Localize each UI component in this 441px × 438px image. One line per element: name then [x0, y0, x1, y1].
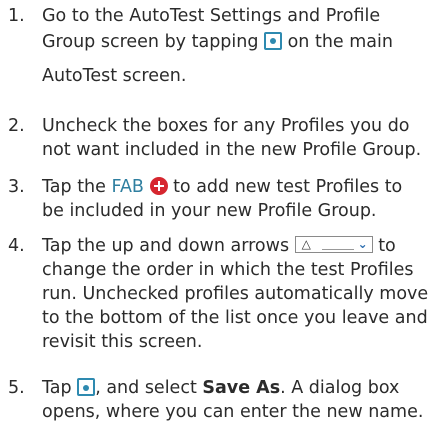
step-text: Tap , and select Save As. A dialog box o… — [42, 376, 439, 424]
step-line: AutoTest screen. — [42, 66, 187, 86]
step-line: be included in your new Profile Group. — [42, 201, 377, 221]
step-number: 3. — [8, 177, 25, 197]
instruction-list: 1. Go to the AutoTest Settings and Profi… — [0, 0, 441, 438]
step-line: Tap , and select Save As. A dialog box — [42, 376, 439, 400]
up-down-arrows-icon: △ ⌄ — [294, 236, 373, 253]
step-line: run. Unchecked profiles automatically mo… — [42, 284, 429, 304]
add-fab-icon — [149, 177, 168, 195]
fab-label: FAB — [111, 177, 144, 197]
step-line: Go to the AutoTest Settings and Profile — [42, 6, 381, 26]
step-number: 4. — [8, 236, 25, 256]
step-text: Uncheck the boxes for any Profiles you d… — [42, 114, 439, 162]
step-number: 2. — [8, 116, 25, 136]
step-line: Uncheck the boxes for any Profiles you d… — [42, 116, 410, 136]
profile-group-settings-icon — [264, 32, 283, 50]
save-as-label: Save As — [202, 378, 281, 398]
text-run: , and select — [95, 378, 203, 398]
step-line: Tap the FAB to add new test Profiles to — [42, 175, 439, 199]
step-text: Tap the FAB to add new test Profiles to … — [42, 175, 439, 223]
save-menu-icon — [77, 378, 96, 396]
step-line: opens, where you can enter the new name. — [42, 402, 424, 422]
step-text: Tap the up and down arrows △ ⌄ to change … — [42, 234, 439, 354]
step-line: Group screen by tapping on the main — [42, 30, 439, 54]
step-line: revisit this screen. — [42, 332, 203, 352]
text-run: Group screen by tapping — [42, 32, 265, 52]
step-line: Tap the up and down arrows △ ⌄ to — [42, 234, 439, 258]
text-run: Tap the — [42, 177, 112, 197]
step-line: not want included in the new Profile Gro… — [42, 140, 422, 160]
step-number: 5. — [8, 378, 25, 398]
text-run: . A dialog box — [280, 378, 400, 398]
text-run: Tap — [42, 378, 78, 398]
text-run: Tap the up and down arrows — [42, 236, 295, 256]
step-line: change the order in which the test Profi… — [42, 260, 414, 280]
step-text: Go to the AutoTest Settings and Profile … — [42, 4, 439, 88]
text-run: to add new test Profiles to — [167, 177, 403, 197]
step-number: 1. — [8, 6, 25, 26]
step-line: to the bottom of the list once you leave… — [42, 308, 428, 328]
text-run: on the main — [282, 32, 393, 52]
text-run: to — [372, 236, 396, 256]
